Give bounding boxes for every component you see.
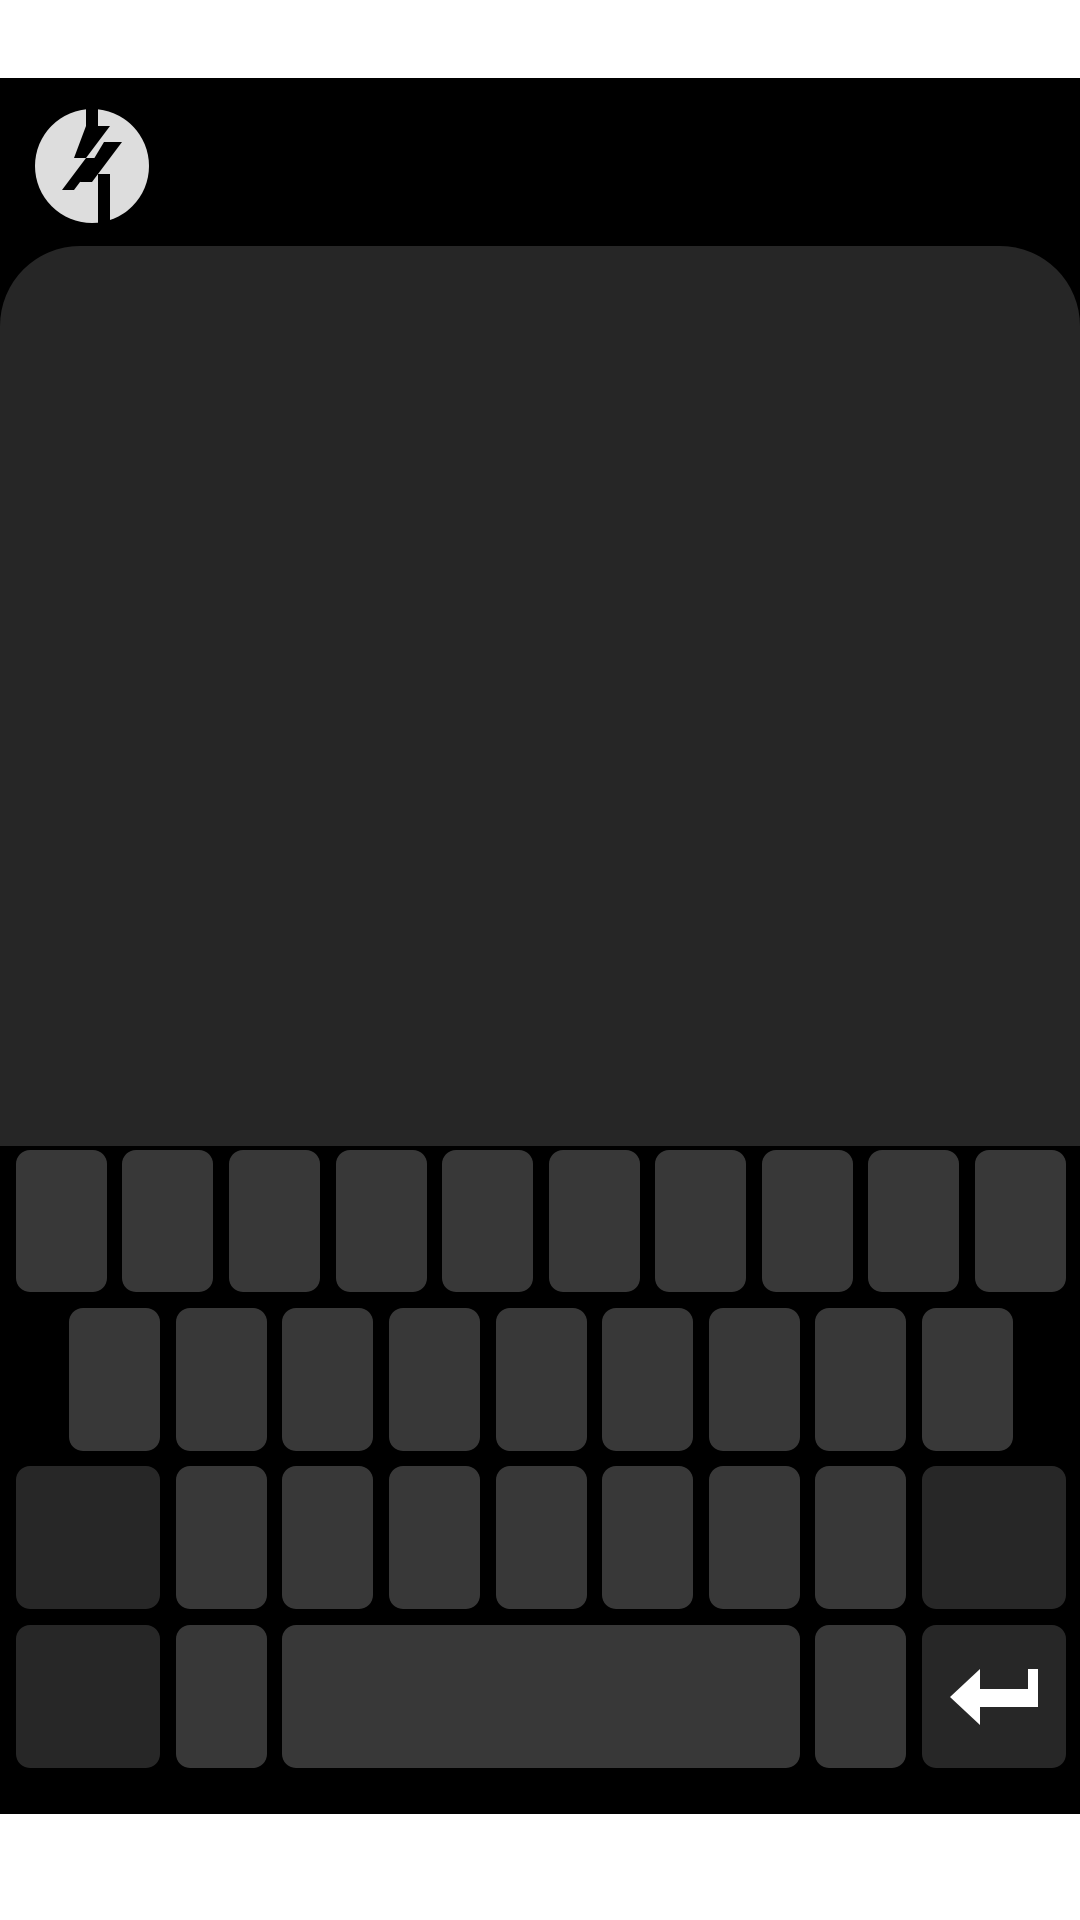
keyboard-key[interactable] [16,1150,107,1292]
keyboard-key[interactable] [922,1308,1013,1451]
enter-arrow-icon [950,1667,1038,1727]
shift-key[interactable] [16,1466,160,1609]
enter-key[interactable] [922,1625,1066,1768]
keyboard-key[interactable] [496,1308,587,1451]
keyboard-key[interactable] [442,1150,533,1292]
keyboard-key[interactable] [496,1466,587,1609]
keyboard-key[interactable] [176,1466,267,1609]
keyboard-key[interactable] [602,1466,693,1609]
keyboard-key[interactable] [815,1625,906,1768]
space-key[interactable] [282,1625,800,1768]
keyboard-key[interactable] [122,1150,213,1292]
keyboard-key[interactable] [389,1466,480,1609]
keyboard-key[interactable] [282,1308,373,1451]
keyboard-key[interactable] [602,1308,693,1451]
keyboard-key[interactable] [389,1308,480,1451]
keyboard-key[interactable] [69,1308,160,1451]
keyboard-key[interactable] [815,1466,906,1609]
content-panel [0,246,1080,1146]
keyboard-key[interactable] [336,1150,427,1292]
keyboard-key[interactable] [815,1308,906,1451]
recovery-screen [0,78,1080,1814]
symbols-key[interactable] [16,1625,160,1768]
keyboard-key[interactable] [975,1150,1066,1292]
keyboard-key[interactable] [549,1150,640,1292]
keyboard-key[interactable] [709,1308,800,1451]
keyboard-key[interactable] [868,1150,959,1292]
on-screen-keyboard [0,1146,1080,1814]
backspace-key[interactable] [922,1466,1066,1609]
keyboard-key[interactable] [282,1466,373,1609]
keyboard-key[interactable] [709,1466,800,1609]
keyboard-key[interactable] [176,1308,267,1451]
twrp-logo-icon [34,108,150,224]
keyboard-key[interactable] [229,1150,320,1292]
keyboard-key[interactable] [655,1150,746,1292]
keyboard-key[interactable] [762,1150,853,1292]
keyboard-key[interactable] [176,1625,267,1768]
